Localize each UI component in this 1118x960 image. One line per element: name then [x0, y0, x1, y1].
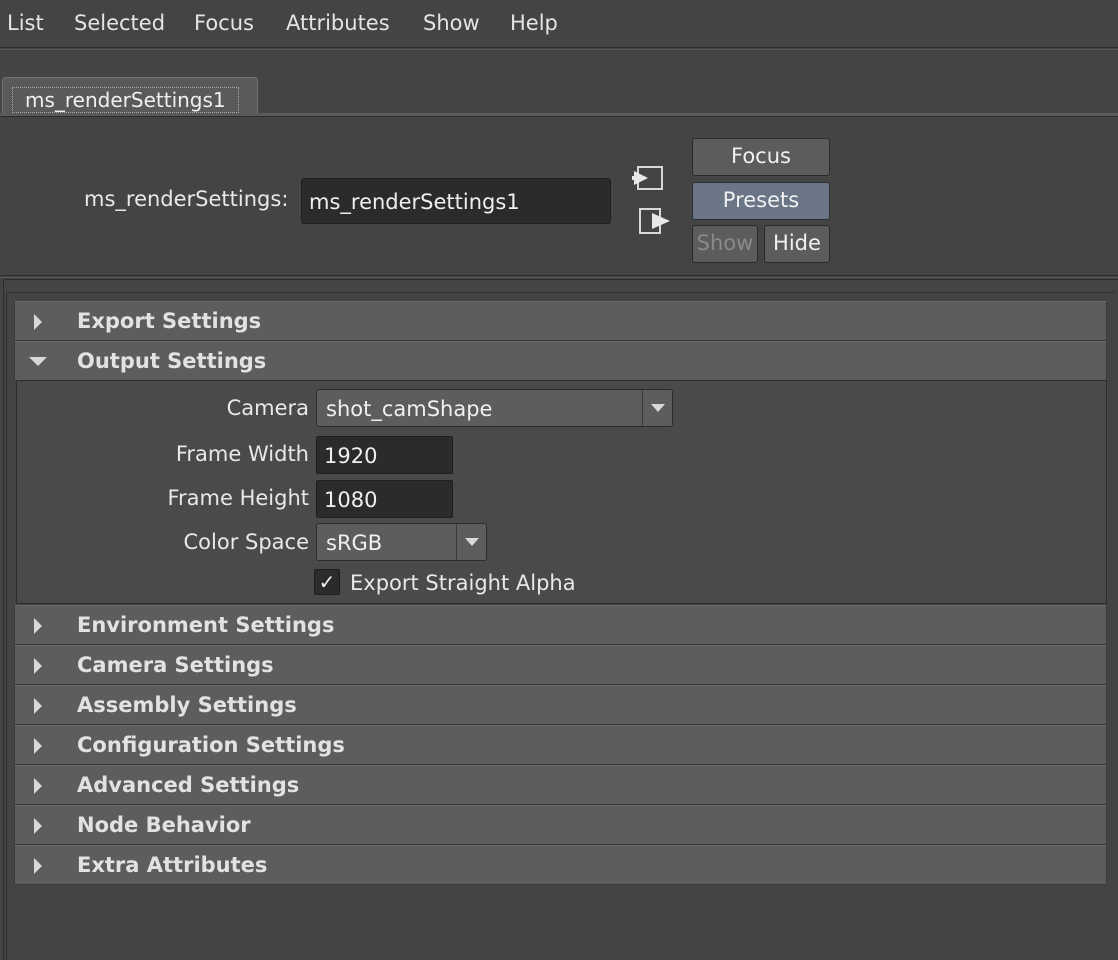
menu-show[interactable]: Show [423, 11, 480, 35]
hide-button[interactable]: Hide [764, 225, 830, 263]
export-straight-alpha-label: Export Straight Alpha [350, 571, 576, 595]
collapsed-arrow-icon [34, 738, 42, 754]
tab-strip: ms_renderSettings1 [0, 49, 1118, 123]
color-space-value: sRGB [326, 531, 383, 555]
tab-label: ms_renderSettings1 [12, 87, 239, 113]
section-title: Extra Attributes [77, 853, 268, 877]
camera-value: shot_camShape [326, 397, 493, 421]
frame-height-field[interactable]: 1080 [316, 480, 453, 518]
menu-help[interactable]: Help [510, 11, 558, 35]
menu-focus[interactable]: Focus [194, 11, 254, 35]
section-environment-settings[interactable]: Environment Settings [14, 605, 1107, 645]
expanded-arrow-icon [29, 357, 47, 366]
menu-list[interactable]: List [7, 11, 44, 35]
section-title: Output Settings [77, 349, 267, 373]
frame-width-field[interactable]: 1920 [316, 436, 453, 474]
section-title: Advanced Settings [77, 773, 300, 797]
collapsed-arrow-icon [34, 778, 42, 794]
section-configuration-settings[interactable]: Configuration Settings [14, 725, 1107, 765]
section-export-settings[interactable]: Export Settings [14, 301, 1107, 341]
focus-button[interactable]: Focus [692, 138, 830, 176]
section-title: Node Behavior [77, 813, 251, 837]
frame-width-label: Frame Width [175, 442, 309, 466]
menu-selected[interactable]: Selected [74, 11, 165, 35]
tab-ms-rendersettings1[interactable]: ms_renderSettings1 [2, 77, 258, 117]
output-connection-icon[interactable] [638, 206, 672, 236]
collapsed-arrow-icon [34, 618, 42, 634]
chevron-down-icon [642, 390, 672, 426]
section-node-behavior[interactable]: Node Behavior [14, 805, 1107, 845]
frame-height-label: Frame Height [167, 486, 309, 510]
section-camera-settings[interactable]: Camera Settings [14, 645, 1107, 685]
section-advanced-settings[interactable]: Advanced Settings [14, 765, 1107, 805]
menu-bar: List Selected Focus Attributes Show Help [0, 0, 1118, 48]
color-space-dropdown[interactable]: sRGB [316, 523, 487, 561]
chevron-down-icon [456, 524, 486, 560]
section-title: Camera Settings [77, 653, 274, 677]
collapsed-arrow-icon [34, 818, 42, 834]
section-assembly-settings[interactable]: Assembly Settings [14, 685, 1107, 725]
section-title: Configuration Settings [77, 733, 345, 757]
collapsed-arrow-icon [34, 314, 42, 330]
section-title: Environment Settings [77, 613, 335, 637]
color-space-label: Color Space [183, 530, 310, 554]
section-title: Export Settings [77, 309, 262, 333]
collapsed-arrow-icon [34, 698, 42, 714]
camera-dropdown[interactable]: shot_camShape [316, 389, 673, 427]
collapsed-arrow-icon [34, 858, 42, 874]
export-straight-alpha-checkbox[interactable]: ✓ [314, 569, 340, 595]
menu-attributes[interactable]: Attributes [286, 11, 390, 35]
camera-label: Camera [226, 396, 309, 420]
node-type-label: ms_renderSettings: [84, 187, 289, 211]
show-button[interactable]: Show [692, 225, 758, 263]
section-title: Assembly Settings [77, 693, 297, 717]
section-output-settings[interactable]: Output Settings [14, 341, 1107, 381]
header-divider [0, 275, 1118, 278]
tab-baseline [0, 113, 1118, 117]
presets-button[interactable]: Presets [692, 182, 830, 220]
input-connection-icon[interactable] [632, 164, 666, 192]
section-extra-attributes[interactable]: Extra Attributes [14, 845, 1107, 885]
node-name-field[interactable]: ms_renderSettings1 [301, 178, 611, 224]
collapsed-arrow-icon [34, 658, 42, 674]
